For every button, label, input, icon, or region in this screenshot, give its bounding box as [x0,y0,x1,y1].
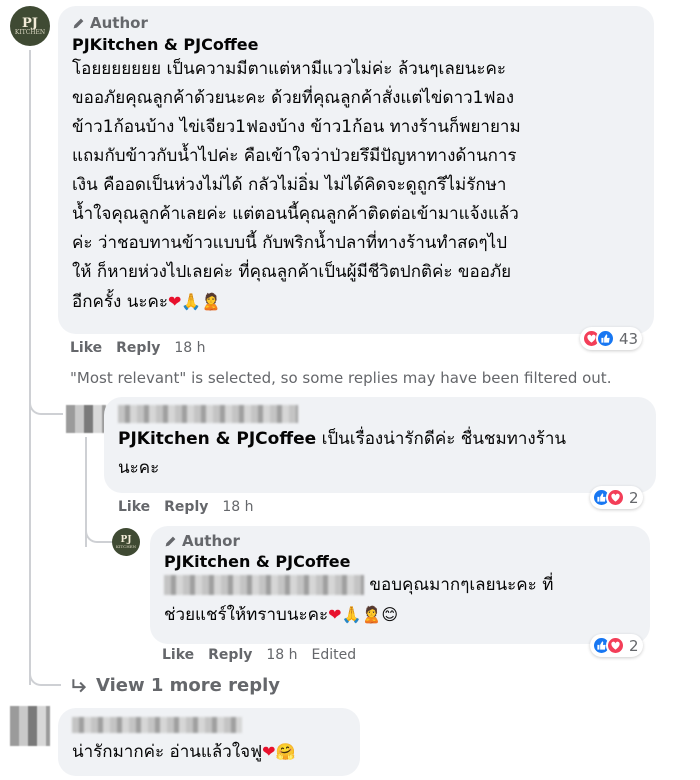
pray-emoji: 🙏 [341,605,362,624]
view-more-replies[interactable]: View 1 more reply [70,675,280,696]
timestamp[interactable]: 18 h [222,499,253,515]
reaction-count: 2 [629,488,639,507]
comment-actions: Like Reply 18 h [70,340,206,356]
like-button[interactable]: Like [162,647,194,663]
reply-button[interactable]: Reply [116,340,160,356]
redacted-name [72,714,346,733]
like-reaction-icon [596,329,615,348]
reply-button[interactable]: Reply [164,499,208,515]
author-avatar[interactable]: PJ KITCHEN [112,528,140,556]
reaction-summary[interactable]: 2 [590,486,643,509]
reaction-count: 2 [629,636,639,655]
author-badge: Author [164,532,636,550]
comment-text: โอยยยยยยย เป็นความมีตาแต่หามีแววไม่ค่ะ ล… [72,59,521,312]
thread-line [29,50,31,685]
heart-emoji: ❤ [262,742,276,761]
like-button[interactable]: Like [70,340,102,356]
commenter-avatar[interactable] [10,706,50,746]
smile-emoji: 😊 [381,605,399,624]
pray-emoji: 🙏 [181,292,202,311]
avatar-monogram: PJ [22,15,38,31]
mentioned-name[interactable]: PJKitchen & PJCoffee [118,429,316,449]
redacted-mention [164,575,364,595]
comment-text: น่ารักมากค่ะ อ่านแล้วใจฟู [72,742,263,762]
reaction-count: 43 [619,329,639,348]
heart-emoji: ❤ [328,605,342,624]
commenter-name[interactable]: PJKitchen & PJCoffee [72,35,640,54]
reaction-summary[interactable]: 43 [580,327,643,350]
author-avatar[interactable]: PJ KITCHEN [10,6,50,46]
reply-button[interactable]: Reply [208,647,252,663]
avatar-subtext: KITCHEN [14,28,46,36]
reply-actions: Like Reply 18 h Edited [162,647,356,663]
like-button[interactable]: Like [118,499,150,515]
reply-connector [85,525,113,543]
reply-bubble: PJKitchen & PJCoffee เป็นเรื่องน่ารักดีค… [104,397,656,493]
love-reaction-icon [606,488,625,507]
redacted-name [118,403,642,423]
edited-label: Edited [311,647,357,663]
timestamp[interactable]: 18 h [174,340,205,356]
replier-avatar[interactable] [66,405,106,433]
reply-arrow-icon [72,678,87,692]
filter-notice: "Most relevant" is selected, so some rep… [70,369,612,387]
timestamp[interactable]: 18 h [266,647,297,663]
hug-emoji: 🤗 [275,742,296,761]
person-emoji: 🙎 [201,292,222,311]
author-badge: Author [72,14,640,32]
reply-bubble: Author PJKitchen & PJCoffee ขอบคุณมากๆเล… [150,526,650,644]
reaction-summary[interactable]: 2 [590,634,643,657]
heart-emoji: ❤ [167,292,182,311]
reply-connector [29,668,61,686]
person-emoji: 🙎 [361,605,382,624]
reply-connector [29,395,63,415]
commenter-name[interactable]: PJKitchen & PJCoffee [164,552,636,571]
love-reaction-icon [606,636,625,655]
comment-bubble: Author PJKitchen & PJCoffee โอยยยยยยย เป… [58,6,654,334]
reply-actions: Like Reply 18 h [118,499,254,515]
comment-bubble: น่ารักมากค่ะ อ่านแล้วใจฟู❤🤗 [58,708,360,776]
pencil-icon [165,536,176,546]
pencil-icon [73,18,84,28]
